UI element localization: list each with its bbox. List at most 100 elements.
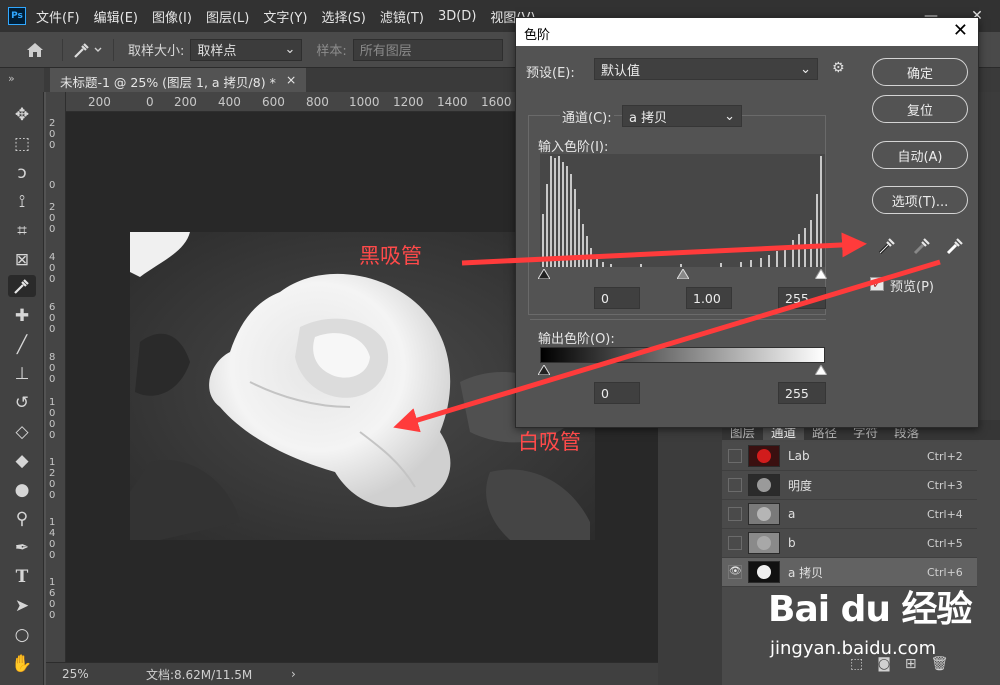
sample-label: 样本:: [316, 44, 347, 59]
menu-type[interactable]: 文字(Y): [263, 7, 307, 26]
lasso-tool-icon[interactable]: ↄ: [10, 162, 34, 184]
channel-name: a 拷贝: [788, 565, 824, 580]
auto-button[interactable]: 自动(A): [872, 141, 968, 169]
document-size-info: 文档:8.62M/11.5M: [146, 667, 253, 682]
close-tab-icon[interactable]: ×: [286, 72, 296, 88]
brush-tool-icon[interactable]: ╱: [10, 334, 34, 356]
quick-select-tool-icon[interactable]: ⟟: [10, 191, 34, 213]
input-gamma-field[interactable]: 1.00: [686, 287, 732, 309]
levels-dialog: 色阶 ✕ 预设(E): 默认值 ⌄ ⚙ 确定 复位 自动(A) 选项(T)...…: [515, 17, 979, 428]
preset-select[interactable]: 默认值 ⌄: [594, 58, 818, 80]
ruler-label: 200: [88, 95, 111, 109]
vertical-ruler: 2 0 0 0 2 0 0 4 0 0 6 0 0 8 0 0 1 0 0 0 …: [46, 92, 66, 662]
paint-bucket-tool-icon[interactable]: ◆: [10, 450, 34, 472]
input-gamma-slider[interactable]: [676, 268, 690, 282]
menu-file[interactable]: 文件(F): [36, 7, 80, 26]
preset-gear-icon[interactable]: ⚙: [832, 60, 845, 76]
input-black-slider[interactable]: [537, 268, 551, 282]
channel-name: 明度: [788, 478, 813, 493]
channel-row-lightness[interactable]: 明度 Ctrl+3: [722, 471, 977, 500]
output-black-slider[interactable]: [537, 364, 551, 378]
menu-filter[interactable]: 滤镜(T): [380, 7, 424, 26]
ruler-label: 2 0 0: [49, 118, 56, 151]
visibility-toggle[interactable]: [728, 449, 742, 463]
ruler-label: 1000: [349, 95, 380, 109]
move-tool-icon[interactable]: ✥: [10, 104, 34, 126]
visibility-toggle[interactable]: [728, 507, 742, 521]
dialog-title-bar: 色阶 ✕: [516, 18, 978, 46]
collapse-toolbar-icon[interactable]: »: [0, 68, 44, 92]
output-white-slider[interactable]: [814, 364, 828, 378]
ruler-label: 1 4 0 0: [49, 517, 56, 561]
ruler-label: 1 2 0 0: [49, 457, 56, 501]
document-tab[interactable]: 未标题-1 @ 25% (图层 1, a 拷贝/8) * ×: [50, 68, 307, 92]
pen-tool-icon[interactable]: ✒: [10, 537, 34, 559]
menu-select[interactable]: 选择(S): [321, 7, 365, 26]
zoom-level[interactable]: 25%: [62, 667, 142, 681]
eyedropper-tool-icon[interactable]: [8, 275, 36, 297]
sample-size-select[interactable]: 取样点 ⌄: [190, 38, 303, 61]
channel-label: 通道(C):: [560, 107, 614, 126]
menu-image[interactable]: 图像(I): [152, 7, 192, 26]
channel-row-lab[interactable]: Lab Ctrl+2: [722, 442, 977, 471]
eraser-tool-icon[interactable]: ◇: [10, 421, 34, 443]
history-brush-tool-icon[interactable]: ↺: [10, 392, 34, 414]
separator: [113, 38, 114, 61]
ruler-label: 0: [49, 180, 56, 191]
white-eyedropper-annotation: 白吸管: [518, 430, 581, 454]
sample-select[interactable]: 所有图层: [352, 38, 503, 61]
frame-tool-icon[interactable]: ⊠: [10, 249, 34, 271]
eye-icon[interactable]: 👁: [728, 565, 742, 579]
input-white-field[interactable]: 255: [778, 287, 826, 309]
output-white-field[interactable]: 255: [778, 382, 826, 404]
channel-shortcut: Ctrl+3: [927, 478, 963, 492]
channel-row-a[interactable]: a Ctrl+4: [722, 500, 977, 529]
ruler-label: 200: [174, 95, 197, 109]
ruler-label: 1 0 0 0: [49, 397, 56, 441]
channel-name: Lab: [788, 449, 810, 463]
preview-checkbox[interactable]: ✓: [870, 277, 884, 291]
channel-shortcut: Ctrl+5: [927, 536, 963, 550]
input-white-slider[interactable]: [814, 268, 828, 282]
hand-tool-icon[interactable]: ✋: [10, 653, 34, 675]
visibility-toggle[interactable]: [728, 478, 742, 492]
menu-layer[interactable]: 图层(L): [206, 7, 249, 26]
ok-button[interactable]: 确定: [872, 58, 968, 86]
black-eyedropper-icon[interactable]: [876, 235, 898, 257]
gray-eyedropper-icon[interactable]: [911, 235, 933, 257]
channel-shortcut: Ctrl+2: [927, 449, 963, 463]
status-menu-arrow-icon[interactable]: ›: [291, 667, 296, 681]
close-icon[interactable]: ✕: [953, 20, 968, 41]
ruler-label: 0: [146, 95, 154, 109]
healing-brush-tool-icon[interactable]: ✚: [10, 305, 34, 327]
watermark-url: jingyan.baidu.com: [770, 638, 937, 659]
channel-select[interactable]: a 拷贝 ⌄: [622, 105, 742, 127]
white-eyedropper-icon[interactable]: [944, 235, 966, 257]
document-tab-title: 未标题-1 @ 25% (图层 1, a 拷贝/8) *: [60, 75, 276, 90]
channel-row-b[interactable]: b Ctrl+5: [722, 529, 977, 558]
blur-tool-icon[interactable]: ●: [10, 479, 34, 501]
ruler-label: 400: [218, 95, 241, 109]
ruler-label: 4 0 0: [49, 252, 56, 285]
reset-button[interactable]: 复位: [872, 95, 968, 123]
menu-3d[interactable]: 3D(D): [438, 9, 476, 24]
ruler-label: 8 0 0: [49, 352, 56, 385]
options-button[interactable]: 选项(T)...: [872, 186, 968, 214]
crop-tool-icon[interactable]: ⌗: [10, 220, 34, 242]
output-black-field[interactable]: 0: [594, 382, 640, 404]
path-selection-tool-icon[interactable]: ➤: [10, 595, 34, 617]
ruler-label: 1200: [393, 95, 424, 109]
clone-stamp-tool-icon[interactable]: ⊥: [10, 363, 34, 385]
visibility-toggle[interactable]: [728, 536, 742, 550]
divider: [530, 319, 826, 320]
input-black-field[interactable]: 0: [594, 287, 640, 309]
output-levels-label: 输出色阶(O):: [538, 332, 615, 347]
ellipse-tool-icon[interactable]: ○: [10, 624, 34, 646]
type-tool-icon[interactable]: T: [10, 566, 34, 588]
home-icon[interactable]: [24, 39, 46, 61]
marquee-tool-icon[interactable]: ⬚: [10, 133, 34, 155]
eyedropper-preset-icon[interactable]: [71, 39, 105, 61]
ruler-label: 600: [262, 95, 285, 109]
menu-edit[interactable]: 编辑(E): [94, 7, 138, 26]
dodge-tool-icon[interactable]: ⚲: [10, 508, 34, 530]
